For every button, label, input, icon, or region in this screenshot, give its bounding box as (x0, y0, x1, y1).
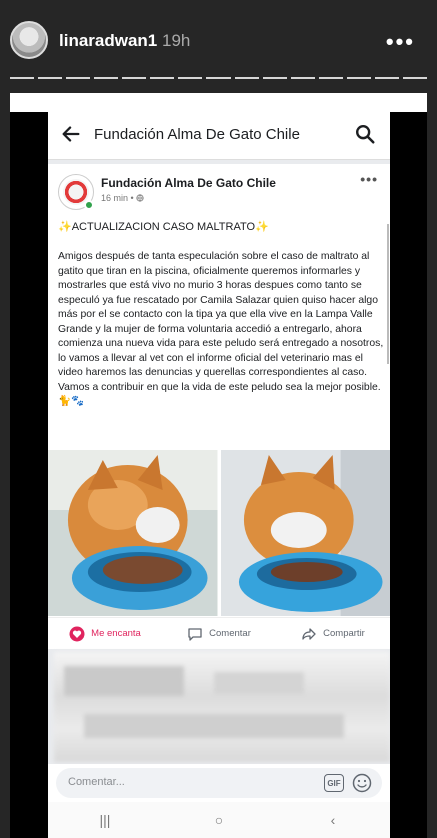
post-author[interactable]: Fundación Alma De Gato Chile (101, 176, 276, 190)
page-title: Fundación Alma De Gato Chile (94, 126, 300, 143)
post-actions: Me encanta Comentar Compartir (48, 617, 390, 649)
gif-icon[interactable]: GIF (324, 774, 344, 792)
comment-icon (188, 627, 202, 641)
share-icon (302, 627, 316, 640)
story-progress-bar (10, 77, 427, 80)
home-icon[interactable]: ○ (209, 810, 229, 830)
comment-input[interactable]: Comentar... GIF (56, 768, 382, 798)
globe-icon (136, 194, 144, 202)
cat-photo-right[interactable] (220, 450, 390, 616)
post-card: Fundación Alma De Gato Chile 16 min • ••… (48, 164, 390, 649)
progress-segment (206, 77, 231, 79)
facebook-screenshot: Fundación Alma De Gato Chile Fundación A… (48, 112, 390, 838)
arrow-left-icon[interactable] (60, 123, 82, 145)
progress-segment (346, 77, 371, 79)
progress-segment (234, 77, 259, 79)
progress-segment (318, 77, 343, 79)
recent-apps-icon[interactable]: ||| (95, 810, 115, 830)
emoji-icon[interactable] (352, 773, 372, 793)
love-label: Me encanta (91, 628, 141, 639)
progress-segment (38, 77, 63, 79)
post-photos (48, 450, 390, 616)
story-image: Fundación Alma De Gato Chile Fundación A… (10, 93, 427, 838)
scrollbar[interactable] (387, 224, 389, 364)
image-top-strip (10, 93, 427, 112)
progress-segment (290, 77, 315, 79)
fb-top-bar: Fundación Alma De Gato Chile (48, 112, 390, 160)
share-button[interactable]: Compartir (276, 626, 390, 642)
post-timestamp: 16 min • (101, 193, 137, 203)
more-options-icon[interactable]: ••• (386, 29, 415, 55)
share-label: Compartir (323, 628, 365, 639)
blurred-content (54, 652, 390, 762)
love-reaction-button[interactable]: Me encanta (48, 626, 162, 642)
comment-button[interactable]: Comentar (162, 626, 276, 642)
post-heading: ✨ACTUALIZACION CASO MALTRATO✨ (58, 221, 269, 233)
post-options-icon[interactable]: ••• (360, 171, 378, 187)
story-header: linaradwan1 19h ••• (0, 0, 437, 84)
progress-segment (178, 77, 203, 79)
progress-segment (150, 77, 175, 79)
online-status-dot (84, 200, 94, 210)
progress-segment (122, 77, 147, 79)
heart-icon (69, 626, 85, 641)
cat-photo-left[interactable] (48, 450, 218, 616)
comment-label: Comentar (209, 628, 251, 639)
comment-bar: Comentar... GIF (48, 764, 390, 802)
progress-segment (10, 77, 35, 79)
search-icon[interactable] (354, 123, 376, 145)
back-nav-icon[interactable]: ‹ (323, 810, 343, 830)
post-body: Amigos después de tanta especulación sob… (58, 251, 384, 407)
progress-segment (262, 77, 287, 79)
progress-segment (402, 77, 427, 79)
progress-segment (66, 77, 91, 79)
time-ago: 19h (162, 31, 191, 50)
post-meta: 16 min • (101, 193, 144, 203)
android-nav-bar: ||| ○ ‹ (48, 802, 390, 838)
avatar[interactable] (10, 21, 48, 59)
username[interactable]: linaradwan1 (59, 31, 157, 51)
comment-placeholder: Comentar... (68, 776, 125, 788)
progress-segment (374, 77, 399, 79)
progress-segment (94, 77, 119, 79)
